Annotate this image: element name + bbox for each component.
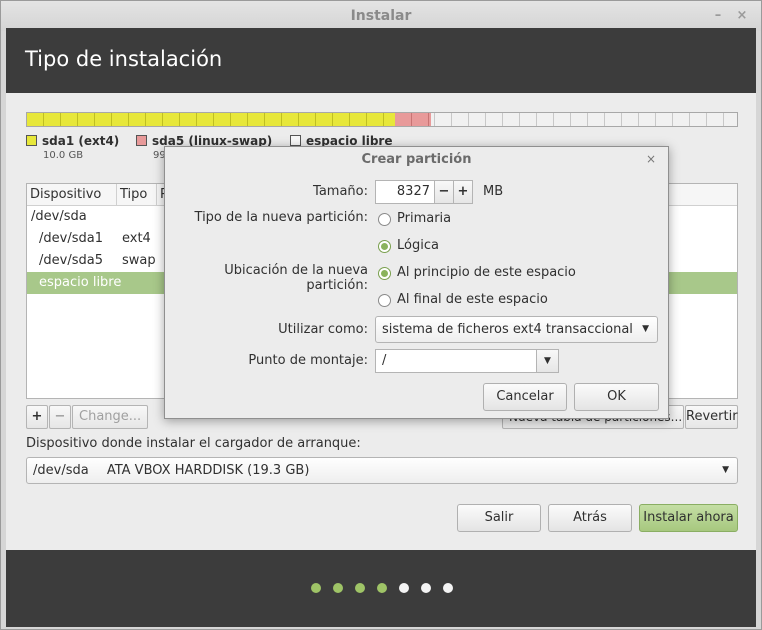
location-label: Ubicación de la nueva partición: [224,263,368,293]
type-label: Tipo de la nueva partición: [194,210,368,225]
revert-button[interactable]: Revertir [685,405,738,429]
legend-swatch [136,135,147,146]
row-device: /dev/sda1 [39,231,103,246]
row-device: espacio libre [39,275,122,290]
legend-size: 10.0 GB [43,150,84,161]
mount-point-input[interactable]: / [382,350,386,372]
radio-logical-label[interactable]: Lógica [397,238,439,253]
row-device: /dev/sda [31,209,87,224]
radio-logical[interactable] [378,240,391,253]
use-as-value: sistema de ficheros ext4 transaccional [382,322,633,337]
create-partition-dialog: Crear partición × Tamaño: 8327 − + MB Ti… [164,146,669,419]
install-now-button[interactable]: Instalar ahora [639,504,738,532]
legend-swatch [26,135,37,146]
step-dot [333,583,343,593]
radio-location-start[interactable] [378,267,391,280]
title-bar: Instalar – × [1,1,761,31]
size-spinner: 8327 − + [375,180,475,204]
decrease-size-button[interactable]: − [434,180,454,204]
mount-point-combo[interactable]: / ▼ [375,349,559,373]
ok-button[interactable]: OK [574,383,659,411]
step-dot [421,583,431,593]
radio-location-end-label[interactable]: Al final de este espacio [397,292,548,307]
change-partition-button[interactable]: Change... [72,405,149,429]
usage-segment-sda1 [27,113,395,126]
step-dot [311,583,321,593]
chevron-down-icon[interactable]: ▼ [536,350,558,372]
minimize-icon[interactable]: – [709,1,727,31]
window-title: Instalar [350,8,412,24]
row-type: swap [122,253,156,268]
step-dot [443,583,453,593]
step-dot [399,583,409,593]
size-label: Tamaño: [313,184,368,199]
radio-location-end[interactable] [378,294,391,307]
bootloader-description: ATA VBOX HARDDISK (19.3 GB) [106,463,310,478]
disk-usage-bar [26,112,738,127]
page-title: Tipo de instalación [25,47,223,71]
step-dot [355,583,365,593]
quit-button[interactable]: Salir [457,504,541,532]
legend-item-sda1: sda1 (ext4) 10.0 GB [26,134,119,161]
radio-primary[interactable] [378,213,391,226]
use-as-select[interactable]: sistema de ficheros ext4 transaccional ▼ [375,316,658,343]
page-header: Tipo de instalación [6,28,756,93]
remove-partition-button[interactable]: − [49,405,71,429]
usage-segment-sda5 [395,113,431,126]
step-dot [377,583,387,593]
radio-location-start-label[interactable]: Al principio de este espacio [397,265,576,280]
size-input[interactable]: 8327 [375,180,435,204]
bootloader-device: /dev/sda [33,463,89,478]
dropdown-arrow-icon: ▼ [642,324,649,334]
radio-primary-label[interactable]: Primaria [397,211,451,226]
close-icon[interactable]: × [733,1,751,31]
bootloader-device-select[interactable]: /dev/sda ATA VBOX HARDDISK (19.3 GB) ▼ [26,457,738,484]
back-button[interactable]: Atrás [548,504,632,532]
increase-size-button[interactable]: + [453,180,473,204]
dropdown-arrow-icon: ▼ [722,465,729,475]
mount-point-label: Punto de montaje: [248,353,368,368]
legend-label: sda1 (ext4) [42,134,120,148]
row-type: ext4 [122,231,151,246]
size-unit: MB [483,184,504,199]
cancel-button[interactable]: Cancelar [483,383,567,411]
progress-footer [6,550,756,627]
column-header[interactable]: Dispositivo [27,184,117,206]
step-indicator [311,583,453,593]
legend-swatch [290,135,301,146]
column-header[interactable]: Tipo [117,184,157,206]
row-device: /dev/sda5 [39,253,103,268]
dialog-close-icon[interactable]: × [646,152,656,166]
add-partition-button[interactable]: + [26,405,48,429]
table-toolbar: + − Change... [26,405,149,429]
use-as-label: Utilizar como: [278,322,368,337]
dialog-title: Crear partición [361,152,472,167]
bootloader-label: Dispositivo donde instalar el cargador d… [26,436,361,451]
